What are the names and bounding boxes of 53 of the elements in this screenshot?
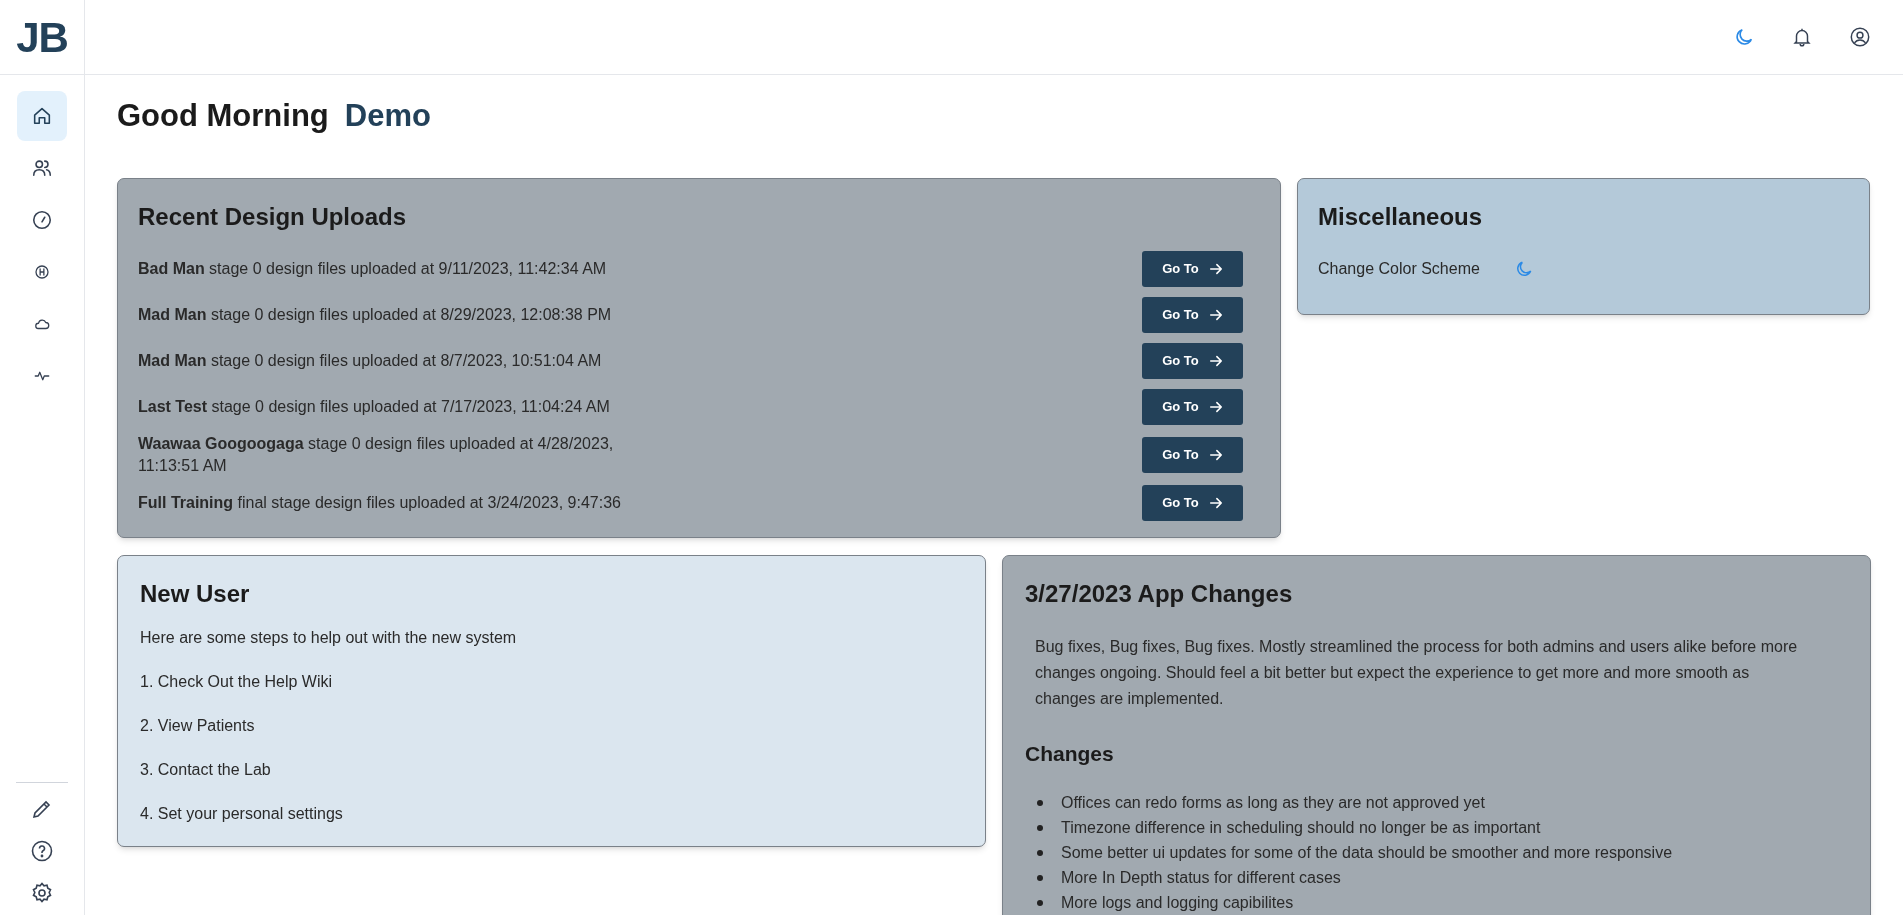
arrow-right-icon (1208, 495, 1223, 510)
card-title: 3/27/2023 App Changes (1025, 578, 1294, 609)
change-item: Timezone difference in scheduling should no longer be as important (1061, 818, 1541, 838)
arrow-right-icon (1208, 261, 1223, 276)
card-title: Miscellaneous (1318, 201, 1484, 232)
upload-entry: Last Test stage 0 design files uploaded at 7/17/2023, 11:04:24 AM (138, 396, 610, 417)
go-to-button[interactable]: Go To (1142, 436, 1243, 473)
change-item: Offices can redo forms as long as they are not approved yet (1061, 793, 1485, 813)
step-text: 2. View Patients (140, 715, 256, 736)
arrow-right-icon (1208, 399, 1223, 414)
go-to-button[interactable]: Go To (1142, 250, 1243, 287)
bullet-icon (1037, 899, 1043, 906)
go-to-button[interactable]: Go To (1142, 342, 1243, 379)
home-icon (31, 105, 53, 127)
step-text: 3. Contact the Lab (140, 759, 272, 780)
upload-entry: Bad Man stage 0 design files uploaded at 9/11/2023, 11:42:34 AM (138, 258, 607, 279)
circled-letter-icon (33, 263, 51, 281)
change-item: More logs and logging capibilites (1061, 893, 1294, 913)
logo: JB (16, 12, 68, 63)
dark-mode-moon-icon[interactable] (1733, 26, 1755, 48)
arrow-right-icon (1208, 307, 1223, 322)
bullet-icon (1037, 849, 1043, 856)
user-name: Demo (344, 97, 431, 135)
settings-icon[interactable] (30, 881, 54, 905)
go-to-button[interactable]: Go To (1142, 484, 1243, 521)
arrow-right-icon (1208, 353, 1223, 368)
help-icon[interactable] (30, 839, 54, 863)
card-title: Recent Design Uploads (138, 201, 408, 232)
notifications-bell-icon[interactable] (1791, 26, 1813, 48)
step-text: 4. Set your personal settings (140, 803, 344, 824)
go-to-button[interactable]: Go To (1142, 296, 1243, 333)
change-item: Some better ui updates for some of the data should be smoother and more responsive (1061, 843, 1673, 863)
card-title: New User (140, 578, 251, 609)
greeting-text: Good Morning (117, 97, 329, 135)
user-profile-icon[interactable] (1849, 26, 1871, 48)
bullet-icon (1037, 799, 1043, 806)
step-text: 1. Check Out the Help Wiki (140, 671, 334, 692)
users-icon (31, 157, 53, 179)
arrow-right-icon (1208, 447, 1223, 462)
changes-summary: Bug fixes, Bug fixes, Bug fixes. Mostly streamlined the process for both admins and users alike before more changes ongoing. Should feel a bit better but expect the experience to get more and more smooth as changes are implemented. (1034, 636, 1799, 709)
intro-text: Here are some steps to help out with the new system (140, 627, 518, 648)
go-to-button[interactable]: Go To (1142, 388, 1243, 425)
gauge-icon (31, 209, 53, 231)
sidebar-home-button[interactable] (17, 91, 67, 141)
change-item: More In Depth status for different cases (1061, 868, 1341, 888)
upload-entry: Full Training final stage design files uploaded at 3/24/2023, 9:47:36 (138, 492, 621, 513)
section-heading: Changes (1025, 740, 1115, 767)
upload-entry: Mad Man stage 0 design files uploaded at 8/7/2023, 10:51:04 AM (138, 350, 602, 371)
bullet-icon (1037, 874, 1043, 881)
upload-entry: Mad Man stage 0 design files uploaded at 8/29/2023, 12:08:38 PM (138, 304, 612, 325)
bullet-icon (1037, 824, 1043, 831)
upload-entry: Waawaa Googoogaga stage 0 design files uploaded at 4/28/2023, 11:13:51 AM (138, 433, 615, 476)
setting-label: Change Color Scheme (1318, 258, 1480, 279)
